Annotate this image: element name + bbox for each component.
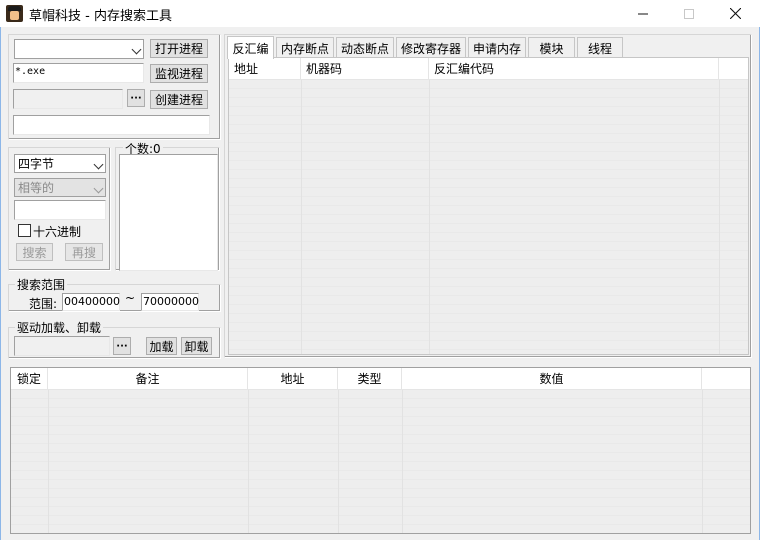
range-separator: ~ (125, 291, 136, 305)
debug-tab-control: 反汇编 内存断点 动态断点 修改寄存器 申请内存 模块 线程 地址 机器码 反汇… (224, 34, 752, 358)
hex-label: 十六进制 (33, 225, 82, 239)
minimize-icon (638, 13, 648, 14)
column-address[interactable]: 地址 (248, 368, 338, 390)
driver-group-label: 驱动加载、卸载 (15, 319, 104, 336)
range-label: 范围: (29, 297, 58, 311)
close-button[interactable] (712, 0, 758, 27)
tab-dynamic-breakpoint[interactable]: 动态断点 (336, 37, 394, 59)
app-logo-icon (6, 5, 23, 22)
column-disassembly[interactable]: 反汇编代码 (429, 58, 719, 80)
column-divider (301, 80, 302, 354)
tab-allocate-memory[interactable]: 申请内存 (468, 37, 526, 59)
tab-modify-register[interactable]: 修改寄存器 (396, 37, 466, 59)
column-divider (402, 390, 403, 533)
open-process-button[interactable]: 打开进程 (150, 39, 208, 58)
browse-driver-button[interactable]: ··· (113, 337, 131, 355)
unload-driver-button[interactable]: 卸载 (181, 337, 212, 355)
value-type-select[interactable]: 四字节 (14, 154, 106, 173)
create-process-button[interactable]: 创建进程 (150, 90, 208, 109)
column-divider (702, 390, 703, 533)
column-divider (338, 390, 339, 533)
client-area: 打开进程 *.exe 监视进程 ··· 创建进程 四字节 相等的 十六进制 搜索… (0, 27, 760, 540)
column-divider (48, 390, 49, 533)
compare-mode-value: 相等的 (18, 181, 55, 195)
column-type[interactable]: 类型 (338, 368, 402, 390)
range-end-input[interactable]: 70000000 (141, 293, 199, 311)
disassembly-list[interactable]: 地址 机器码 反汇编代码 (228, 57, 749, 355)
tab-disassembly[interactable]: 反汇编 (227, 36, 274, 59)
range-start-input[interactable]: 00400000 (62, 293, 120, 311)
chevron-down-icon (93, 159, 104, 169)
range-group-label: 搜索范围 (15, 276, 68, 293)
chevron-down-icon (93, 183, 104, 193)
disassembly-rows (229, 80, 748, 354)
tab-modules[interactable]: 模块 (528, 37, 575, 59)
watch-process-button[interactable]: 监视进程 (150, 64, 208, 83)
search-value-input[interactable] (14, 200, 106, 220)
process-select[interactable] (14, 39, 144, 59)
load-driver-button[interactable]: 加载 (146, 337, 177, 355)
maximize-button (666, 0, 712, 27)
results-rows (11, 390, 750, 533)
results-list[interactable]: 锁定 备注 地址 类型 数值 (10, 367, 751, 534)
process-path-input[interactable] (13, 89, 123, 109)
maximize-icon (684, 8, 694, 19)
minimize-button[interactable] (620, 0, 666, 27)
column-machine-code[interactable]: 机器码 (301, 58, 429, 80)
browse-process-button[interactable]: ··· (127, 89, 145, 107)
driver-path-input[interactable] (14, 336, 110, 356)
chevron-down-icon (131, 44, 142, 55)
research-button[interactable]: 再搜 (65, 243, 103, 261)
process-filter-input[interactable]: *.exe (13, 63, 144, 83)
results-header: 锁定 备注 地址 类型 数值 (11, 368, 750, 390)
tab-threads[interactable]: 线程 (577, 37, 623, 59)
command-line-input[interactable] (13, 115, 210, 135)
column-value[interactable]: 数值 (402, 368, 702, 390)
hex-checkbox[interactable] (18, 224, 31, 237)
column-divider (719, 80, 720, 354)
column-divider (429, 80, 430, 354)
window-title: 草帽科技 - 内存搜索工具 (29, 9, 172, 24)
value-type-value: 四字节 (18, 157, 55, 171)
column-address[interactable]: 地址 (229, 58, 301, 80)
tab-strip: 反汇编 内存断点 动态断点 修改寄存器 申请内存 模块 线程 (227, 36, 749, 59)
disassembly-header: 地址 机器码 反汇编代码 (229, 58, 748, 80)
search-button[interactable]: 搜索 (16, 243, 53, 261)
column-divider (248, 390, 249, 533)
tab-memory-breakpoint[interactable]: 内存断点 (276, 37, 334, 59)
results-count-list[interactable] (119, 154, 218, 271)
title-bar[interactable]: 草帽科技 - 内存搜索工具 (0, 0, 760, 27)
compare-mode-select[interactable]: 相等的 (14, 178, 106, 197)
close-icon (729, 8, 741, 19)
column-lock[interactable]: 锁定 (11, 368, 48, 390)
column-note[interactable]: 备注 (48, 368, 248, 390)
